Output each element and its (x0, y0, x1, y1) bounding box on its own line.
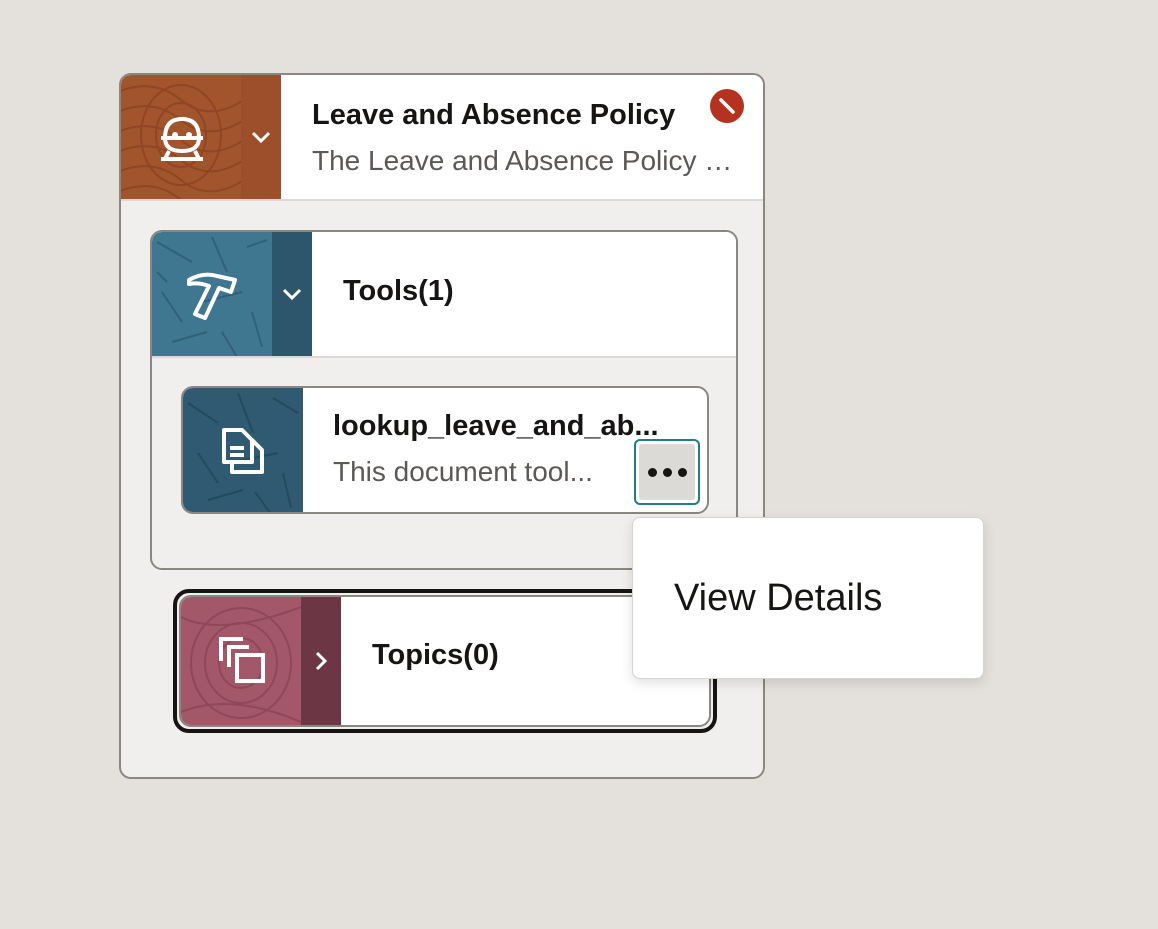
view-details-menu-item[interactable]: View Details (633, 518, 983, 678)
tools-title: Tools(1) (343, 275, 454, 307)
tool-item-title: lookup_leave_and_ab... (333, 410, 659, 442)
more-options-icon (639, 444, 695, 500)
chevron-down-icon (282, 288, 302, 301)
more-options-menu: View Details (632, 517, 984, 679)
tool-item-description: This document tool... (333, 456, 593, 487)
disabled-status-icon (710, 89, 744, 123)
agent-expand-toggle[interactable] (241, 75, 281, 199)
agent-title: Leave and Absence Policy (312, 99, 676, 131)
topics-expand-toggle[interactable] (301, 597, 341, 725)
topics-title: Topics(0) (372, 639, 499, 671)
agent-description: The Leave and Absence Policy agent (312, 145, 742, 176)
agent-tile (121, 75, 241, 199)
more-options-button[interactable] (634, 439, 700, 505)
agent-header[interactable]: Leave and Absence Policy The Leave and A… (121, 75, 763, 201)
chevron-right-icon (315, 651, 328, 671)
agent-robot-icon (161, 116, 203, 161)
hammer-icon (187, 272, 237, 320)
tool-item[interactable]: lookup_leave_and_ab... This document too… (181, 386, 709, 514)
document-icon (222, 428, 264, 474)
tool-item-tile (183, 388, 303, 512)
tools-expand-toggle[interactable] (272, 232, 312, 356)
tools-tile (152, 232, 272, 356)
chevron-down-icon (251, 131, 271, 144)
topics-tile (181, 597, 301, 725)
tools-header[interactable]: Tools(1) (152, 232, 736, 358)
copy-stack-icon (219, 637, 265, 683)
